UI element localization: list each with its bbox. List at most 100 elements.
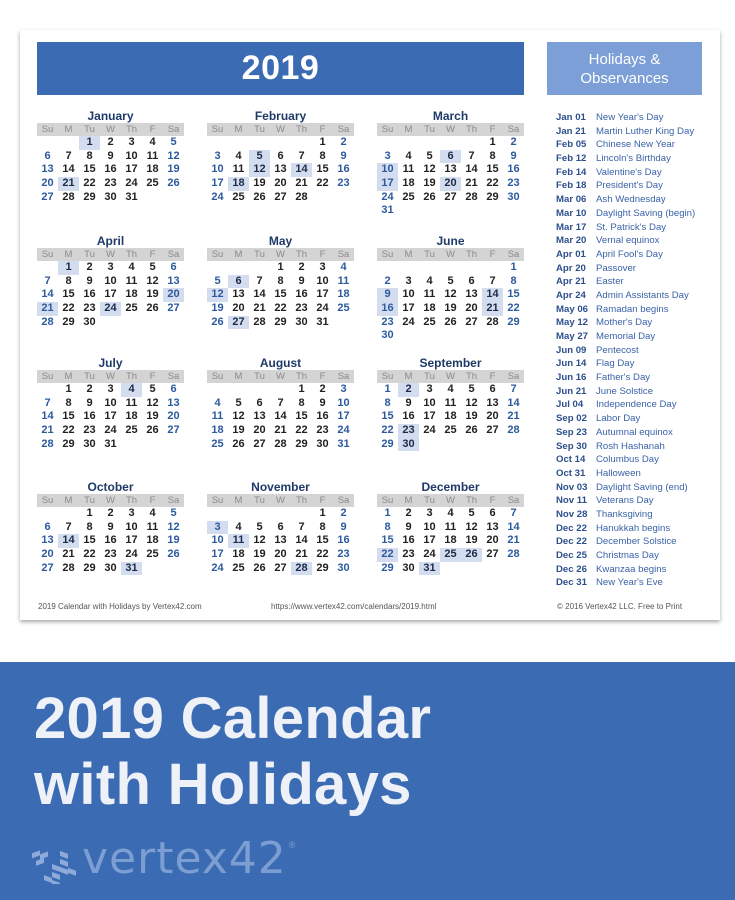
day-cell[interactable]: 19	[249, 177, 270, 191]
day-cell[interactable]: 1	[79, 507, 100, 521]
day-cell[interactable]: 9	[291, 275, 312, 289]
day-cell[interactable]: 13	[461, 288, 482, 302]
day-cell[interactable]: 28	[58, 562, 79, 576]
day-cell[interactable]: 20	[270, 548, 291, 562]
day-cell[interactable]: 10	[419, 521, 440, 535]
day-cell[interactable]: 27	[249, 438, 270, 452]
day-cell[interactable]: 23	[79, 302, 100, 316]
day-cell[interactable]: 9	[100, 521, 121, 535]
day-cell[interactable]: 12	[142, 397, 163, 411]
footer-url[interactable]: https://www.vertex42.com/calendars/2019.…	[271, 602, 436, 611]
day-cell[interactable]: 6	[482, 383, 503, 397]
day-cell[interactable]: 29	[58, 316, 79, 330]
day-cell[interactable]: 11	[440, 397, 461, 411]
day-cell[interactable]: 25	[228, 191, 249, 205]
day-cell[interactable]: 9	[398, 397, 419, 411]
day-cell[interactable]: 27	[163, 424, 184, 438]
day-cell[interactable]: 2	[333, 136, 354, 150]
day-cell[interactable]: 4	[440, 383, 461, 397]
day-cell[interactable]: 4	[142, 136, 163, 150]
day-cell[interactable]: 18	[440, 410, 461, 424]
day-cell[interactable]: 26	[142, 424, 163, 438]
day-cell[interactable]: 12	[461, 521, 482, 535]
day-cell[interactable]: 22	[58, 424, 79, 438]
day-cell[interactable]: 29	[79, 562, 100, 576]
holiday-day-cell[interactable]: 4	[121, 383, 142, 397]
day-cell[interactable]: 23	[333, 548, 354, 562]
day-cell[interactable]: 23	[398, 548, 419, 562]
day-cell[interactable]: 10	[100, 397, 121, 411]
day-cell[interactable]: 5	[142, 383, 163, 397]
day-cell[interactable]: 30	[100, 191, 121, 205]
day-cell[interactable]: 9	[100, 150, 121, 164]
day-cell[interactable]: 2	[503, 136, 524, 150]
day-cell[interactable]: 30	[79, 438, 100, 452]
day-cell[interactable]: 25	[333, 302, 354, 316]
day-cell[interactable]: 12	[163, 150, 184, 164]
day-cell[interactable]: 24	[419, 424, 440, 438]
day-cell[interactable]: 8	[312, 521, 333, 535]
day-cell[interactable]: 11	[419, 288, 440, 302]
day-cell[interactable]: 10	[207, 534, 228, 548]
day-cell[interactable]: 2	[398, 507, 419, 521]
day-cell[interactable]: 19	[142, 288, 163, 302]
day-cell[interactable]: 5	[419, 150, 440, 164]
day-cell[interactable]: 13	[270, 534, 291, 548]
day-cell[interactable]: 23	[312, 424, 333, 438]
day-cell[interactable]: 16	[398, 410, 419, 424]
day-cell[interactable]: 28	[503, 548, 524, 562]
day-cell[interactable]: 17	[100, 410, 121, 424]
day-cell[interactable]: 4	[228, 521, 249, 535]
day-cell[interactable]: 28	[291, 191, 312, 205]
day-cell[interactable]: 28	[37, 438, 58, 452]
holiday-day-cell[interactable]: 18	[228, 177, 249, 191]
day-cell[interactable]: 10	[419, 397, 440, 411]
day-cell[interactable]: 14	[249, 288, 270, 302]
holiday-day-cell[interactable]: 1	[79, 136, 100, 150]
day-cell[interactable]: 8	[482, 150, 503, 164]
day-cell[interactable]: 13	[270, 163, 291, 177]
day-cell[interactable]: 23	[291, 302, 312, 316]
day-cell[interactable]: 24	[312, 302, 333, 316]
day-cell[interactable]: 15	[503, 288, 524, 302]
day-cell[interactable]: 29	[377, 562, 398, 576]
day-cell[interactable]: 3	[100, 261, 121, 275]
day-cell[interactable]: 27	[37, 562, 58, 576]
day-cell[interactable]: 3	[312, 261, 333, 275]
day-cell[interactable]: 12	[440, 288, 461, 302]
day-cell[interactable]: 22	[312, 548, 333, 562]
day-cell[interactable]: 30	[291, 316, 312, 330]
day-cell[interactable]: 24	[207, 191, 228, 205]
day-cell[interactable]: 14	[58, 163, 79, 177]
day-cell[interactable]: 31	[100, 438, 121, 452]
day-cell[interactable]: 14	[461, 163, 482, 177]
holiday-day-cell[interactable]: 1	[58, 261, 79, 275]
day-cell[interactable]: 10	[121, 521, 142, 535]
day-cell[interactable]: 9	[333, 150, 354, 164]
day-cell[interactable]: 28	[461, 191, 482, 205]
day-cell[interactable]: 13	[482, 521, 503, 535]
day-cell[interactable]: 16	[79, 288, 100, 302]
day-cell[interactable]: 1	[312, 136, 333, 150]
day-cell[interactable]: 21	[270, 424, 291, 438]
day-cell[interactable]: 30	[377, 329, 398, 343]
day-cell[interactable]: 11	[142, 521, 163, 535]
day-cell[interactable]: 14	[503, 521, 524, 535]
day-cell[interactable]: 10	[207, 163, 228, 177]
holiday-day-cell[interactable]: 25	[440, 548, 461, 562]
day-cell[interactable]: 9	[333, 521, 354, 535]
day-cell[interactable]: 31	[377, 204, 398, 218]
holiday-day-cell[interactable]: 23	[398, 424, 419, 438]
day-cell[interactable]: 18	[333, 288, 354, 302]
day-cell[interactable]: 6	[461, 275, 482, 289]
day-cell[interactable]: 27	[270, 191, 291, 205]
day-cell[interactable]: 21	[58, 548, 79, 562]
holiday-day-cell[interactable]: 14	[58, 534, 79, 549]
day-cell[interactable]: 12	[461, 397, 482, 411]
day-cell[interactable]: 26	[440, 316, 461, 330]
day-cell[interactable]: 21	[291, 177, 312, 191]
day-cell[interactable]: 27	[440, 191, 461, 205]
day-cell[interactable]: 29	[291, 438, 312, 452]
day-cell[interactable]: 18	[207, 424, 228, 438]
day-cell[interactable]: 25	[419, 316, 440, 330]
